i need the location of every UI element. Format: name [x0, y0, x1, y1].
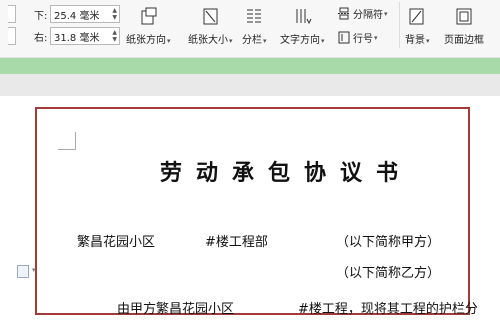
top-left-spin-fragment[interactable]: [8, 5, 16, 23]
chevron-down-icon: ▾: [229, 37, 233, 45]
body-line-start: 由甲方繁昌花园小区: [117, 302, 235, 317]
ribbon-toolbar: 下: 25.4 毫米 ▲ ▼ 右: 31.8 毫米 ▲ ▼ 纸张方向▾ 纸张大小▾ …: [0, 0, 500, 58]
chevron-down-icon: ▾: [384, 9, 388, 18]
party-a-name: 繁昌花园小区: [77, 235, 156, 250]
separator-button[interactable]: 分隔符 ▾: [338, 6, 388, 21]
party-b-alias: （以下简称乙方）: [336, 266, 441, 281]
chevron-down-icon: ▾: [321, 37, 325, 45]
line-number-icon: [338, 31, 350, 44]
ribbon-bottom-strip: [0, 58, 500, 74]
party-a-alias: （以下简称甲方）: [336, 235, 441, 250]
spinner-arrows-icon[interactable]: ▲ ▼: [112, 7, 117, 21]
columns-button[interactable]: 分栏▾: [242, 5, 267, 46]
page-background-icon: [406, 5, 428, 27]
page-border-frame: [35, 107, 470, 315]
bottom-margin-row: 下: 25.4 毫米 ▲ ▼: [8, 4, 120, 24]
paper-size-icon: [199, 5, 221, 27]
right-margin-row: 右: 31.8 毫米 ▲ ▼: [8, 26, 120, 46]
right-margin-label: 右:: [34, 32, 48, 44]
columns-label: 分栏: [242, 35, 262, 46]
bottom-margin-label: 下:: [34, 10, 48, 22]
background-button[interactable]: 背景▾: [405, 5, 430, 46]
toolbar-divider: [399, 2, 400, 48]
chevron-down-icon: ▾: [374, 33, 378, 42]
page-border-label: 页面边框: [444, 35, 484, 46]
right-margin-value: 31.8 毫米: [54, 32, 100, 44]
text-direction-label: 文字方向: [280, 35, 320, 46]
orientation-label: 纸张方向: [126, 35, 166, 46]
right-margin-input[interactable]: 31.8 毫米 ▲ ▼: [50, 27, 120, 45]
text-direction-icon: [291, 5, 313, 27]
document-icon[interactable]: [17, 265, 29, 278]
text-direction-button[interactable]: 文字方向▾: [280, 5, 325, 46]
left-spin-fragment[interactable]: [8, 27, 16, 45]
page-orientation-icon: [137, 5, 159, 27]
body-line-end: #楼工程，现将其工程的护栏分: [298, 302, 478, 317]
orientation-button[interactable]: 纸张方向▾: [126, 5, 171, 46]
chevron-down-icon[interactable]: ▾: [32, 266, 36, 274]
chevron-down-icon: ▾: [167, 37, 171, 45]
party-a-dept: #楼工程部: [205, 235, 268, 250]
document-backdrop: [0, 74, 500, 96]
line-number-button[interactable]: 行号 ▾: [338, 30, 378, 45]
page-border-button[interactable]: 页面边框: [444, 5, 484, 46]
background-label: 背景: [405, 35, 425, 46]
chevron-down-icon: ▾: [426, 37, 430, 45]
columns-icon: [243, 5, 265, 27]
paper-size-button[interactable]: 纸张大小▾: [188, 5, 233, 46]
separator-label: 分隔符: [353, 10, 383, 21]
chevron-down-icon: ▾: [263, 37, 267, 45]
bottom-margin-value: 25.4 毫米: [54, 10, 100, 22]
spinner-arrows-icon[interactable]: ▲ ▼: [112, 29, 117, 43]
line-number-label: 行号: [353, 34, 373, 45]
bottom-margin-input[interactable]: 25.4 毫米 ▲ ▼: [50, 5, 120, 23]
page-border-icon: [453, 5, 475, 27]
page-break-icon: [338, 7, 350, 20]
document-title: 劳动承包协议书: [160, 160, 413, 186]
paper-size-label: 纸张大小: [188, 35, 228, 46]
